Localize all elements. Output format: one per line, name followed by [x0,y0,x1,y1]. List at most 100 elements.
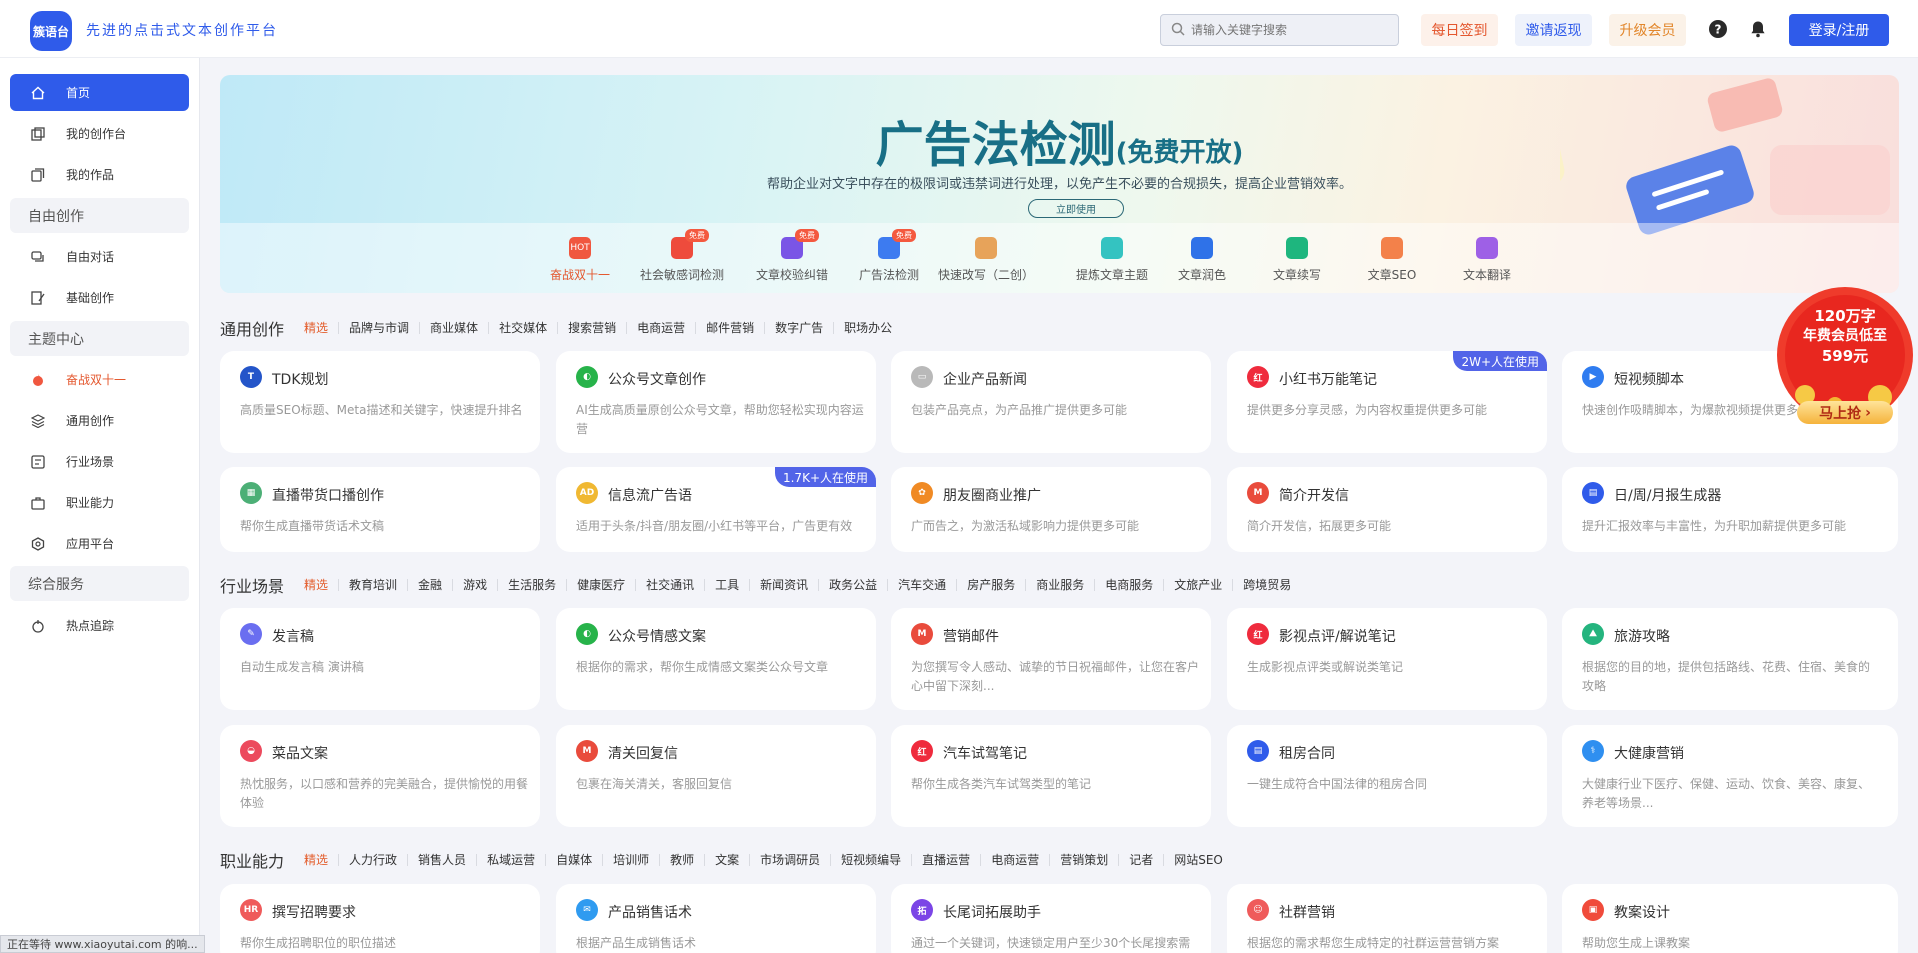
sidebar-item-hot[interactable]: 热点追踪 [10,607,189,644]
tool-card[interactable]: ✎ 发言稿 自动生成发言稿 演讲稿 [220,608,540,710]
tool-card[interactable]: ▣ 教案设计 帮助您生成上课教案 [1562,884,1898,953]
filter-tab[interactable]: 社交媒体 [488,322,557,334]
login-button[interactable]: 登录/注册 [1789,14,1889,46]
filter-tab[interactable]: 电商运营 [980,854,1049,866]
quick-tool-9[interactable]: 文本翻译 [1432,237,1542,283]
quick-tool-3[interactable]: 免费 广告法检测 [834,229,944,283]
search-box[interactable] [1160,14,1399,46]
filter-tab[interactable]: 政务公益 [818,579,887,591]
filter-tab[interactable]: 电商服务 [1094,579,1163,591]
sidebar-item-home[interactable]: 首页 [10,74,189,111]
filter-tab[interactable]: 房产服务 [956,579,1025,591]
invite-button[interactable]: 邀请返现 [1515,14,1592,46]
filter-tab[interactable]: 精选 [304,854,338,866]
sidebar-item-platform[interactable]: 应用平台 [10,525,189,562]
quick-tool-label: 快速改写（二创） [937,268,1034,282]
filter-tab[interactable]: 品牌与市调 [338,322,419,334]
search-input[interactable] [1191,23,1391,37]
filter-tab[interactable]: 金融 [407,579,452,591]
filter-tab[interactable]: 精选 [304,579,338,591]
upgrade-button[interactable]: 升级会员 [1609,14,1686,46]
sidebar-item-workspace[interactable]: 我的创作台 [10,115,189,152]
tool-card[interactable]: ✉ 产品销售话术 根据产品生成销售话术 [556,884,876,953]
filter-tab[interactable]: 精选 [304,322,338,334]
tool-card[interactable]: ⚕ 大健康营销 大健康行业下医疗、保健、运动、饮食、美容、康复、养老等场景... [1562,725,1898,827]
filter-tab[interactable]: 商业媒体 [419,322,488,334]
filter-tab[interactable]: 直播运营 [911,854,980,866]
filter-tab[interactable]: 健康医疗 [566,579,635,591]
tool-card[interactable]: ✿ 朋友圈商业推广 广而告之，为激活私域影响力提供更多可能 [891,467,1211,552]
filter-tab[interactable]: 短视频编导 [830,854,911,866]
quick-tool-8[interactable]: 文章SEO [1337,237,1447,283]
help-icon[interactable]: ? [1708,19,1728,39]
tool-card[interactable]: ◐ 公众号文章创作 AI生成高质量原创公众号文章，帮助您轻松实现内容运营 [556,351,876,453]
checkin-button[interactable]: 每日签到 [1421,14,1498,46]
promo-grab-button[interactable]: 马上抢 › [1797,401,1893,424]
sidebar-item-works[interactable]: 我的作品 [10,156,189,193]
tool-card[interactable]: ▦ 直播带货口播创作 帮你生成直播带货话术文稿 [220,467,540,552]
filter-tab[interactable]: 电商运营 [626,322,695,334]
tool-card[interactable]: ◐ 公众号情感文案 根据你的需求，帮你生成情感文案类公众号文章 [556,608,876,710]
promo-badge[interactable]: 120万字 年费会员低至 599元 马上抢 › [1775,285,1915,430]
filter-tab[interactable]: 文案 [704,854,749,866]
filter-tab[interactable]: 营销策划 [1049,854,1118,866]
filter-tab[interactable]: 私域运营 [476,854,545,866]
tool-card[interactable]: 红汽车试驾笔记 帮你生成各类汽车试驾类型的笔记 [891,725,1211,827]
tool-card[interactable]: M 清关回复信 包裹在海关清关，客服回复信 [556,725,876,827]
tool-card[interactable]: ▭ 企业产品新闻 包装产品亮点，为产品推广提供更多可能 [891,351,1211,453]
tool-card[interactable]: ▤ 日/周/月报生成器 提升汇报效率与丰富性，为升职加薪提供更多可能 [1562,467,1898,552]
filter-tab[interactable]: 商业服务 [1025,579,1094,591]
filter-tab[interactable]: 网站SEO [1163,854,1233,866]
tool-card[interactable]: T TDK规划 高质量SEO标题、Meta描述和关键字，快速提升排名 [220,351,540,453]
filter-tab[interactable]: 教师 [659,854,704,866]
filter-tab[interactable]: 自媒体 [545,854,602,866]
quick-tool-2[interactable]: 免费 文章校验纠错 [737,229,847,283]
filter-tab[interactable]: 跨境贸易 [1232,579,1301,591]
filter-tab[interactable]: 邮件营销 [695,322,764,334]
sidebar-item-free-chat[interactable]: 自由对话 [10,238,189,275]
filter-tab[interactable]: 记者 [1118,854,1163,866]
tool-card[interactable]: AD 信息流广告语 适用于头条/抖音/朋友圈/小红书等平台，广告更有效 1.7K+人在… [556,467,876,552]
filter-tab[interactable]: 汽车交通 [887,579,956,591]
tool-card[interactable]: 红小红书万能笔记 提供更多分享灵感，为内容权重提供更多可能 2W+人在使用 [1227,351,1547,453]
quick-tool-6[interactable]: 文章润色 [1147,237,1257,283]
quick-tool-7[interactable]: 文章续写 [1242,237,1352,283]
filter-tab[interactable]: 数字广告 [764,322,833,334]
sidebar-item-basic[interactable]: 基础创作 [10,279,189,316]
card-title: 影视点评/解说笔记 [1279,629,1396,645]
bell-icon[interactable] [1748,19,1768,39]
banner-use-button[interactable]: 立即使用 [1028,199,1124,218]
banner[interactable]: 广告法检测(免费开放) 帮助企业对文字中存在的极限词或违禁词进行处理，以免产生不… [220,75,1899,293]
filter-tab[interactable]: 新闻资讯 [749,579,818,591]
tool-card[interactable]: ▤ 租房合同 一键生成符合中国法律的租房合同 [1227,725,1547,827]
tool-card[interactable]: HR 撰写招聘要求 帮你生成招聘职位的职位描述 [220,884,540,953]
filter-tab[interactable]: 教育培训 [338,579,407,591]
sidebar-item-industry[interactable]: 行业场景 [10,443,189,480]
sidebar-item-double11[interactable]: 奋战双十一 [10,361,189,398]
tool-card[interactable]: ⛰ 旅游攻略 根据您的目的地，提供包括路线、花费、住宿、美食的攻略 [1562,608,1898,710]
quick-tool-label: 文章润色 [1177,268,1226,282]
quick-tool-0[interactable]: HOT 奋战双十一 [525,237,635,283]
filter-tab[interactable]: 工具 [704,579,749,591]
filter-tab[interactable]: 游戏 [452,579,497,591]
filter-tab[interactable]: 社交通讯 [635,579,704,591]
logo[interactable]: 簇语台 [30,11,72,51]
filter-tab[interactable]: 生活服务 [497,579,566,591]
quick-tool-4[interactable]: 快速改写（二创） [931,237,1041,283]
tool-card[interactable]: M 简介开发信 简介开发信，拓展更多可能 [1227,467,1547,552]
filter-tab[interactable]: 销售人员 [407,854,476,866]
sidebar-item-general[interactable]: 通用创作 [10,402,189,439]
filter-tab[interactable]: 文旅产业 [1163,579,1232,591]
filter-tab[interactable]: 搜索营销 [557,322,626,334]
tool-card[interactable]: M 营销邮件 为您撰写令人感动、诚挚的节日祝福邮件，让您在客户心中留下深刻... [891,608,1211,710]
filter-tab[interactable]: 人力行政 [338,854,407,866]
tool-card[interactable]: ☺ 社群营销 根据您的需求帮您生成特定的社群运营营销方案 [1227,884,1547,953]
sidebar-item-career[interactable]: 职业能力 [10,484,189,521]
filter-tab[interactable]: 职场办公 [833,322,902,334]
tool-card[interactable]: 红影视点评/解说笔记 生成影视点评类或解说类笔记 [1227,608,1547,710]
quick-tool-1[interactable]: 免费 社会敏感词检测 [627,229,737,283]
filter-tab[interactable]: 市场调研员 [749,854,830,866]
tool-card[interactable]: 拓长尾词拓展助手 通过一个关键词，快速锁定用户至少30个长尾搜索需 [891,884,1211,953]
filter-tab[interactable]: 培训师 [602,854,659,866]
tool-card[interactable]: ◒ 菜品文案 热忱服务，以口感和营养的完美融合，提供愉悦的用餐体验 [220,725,540,827]
